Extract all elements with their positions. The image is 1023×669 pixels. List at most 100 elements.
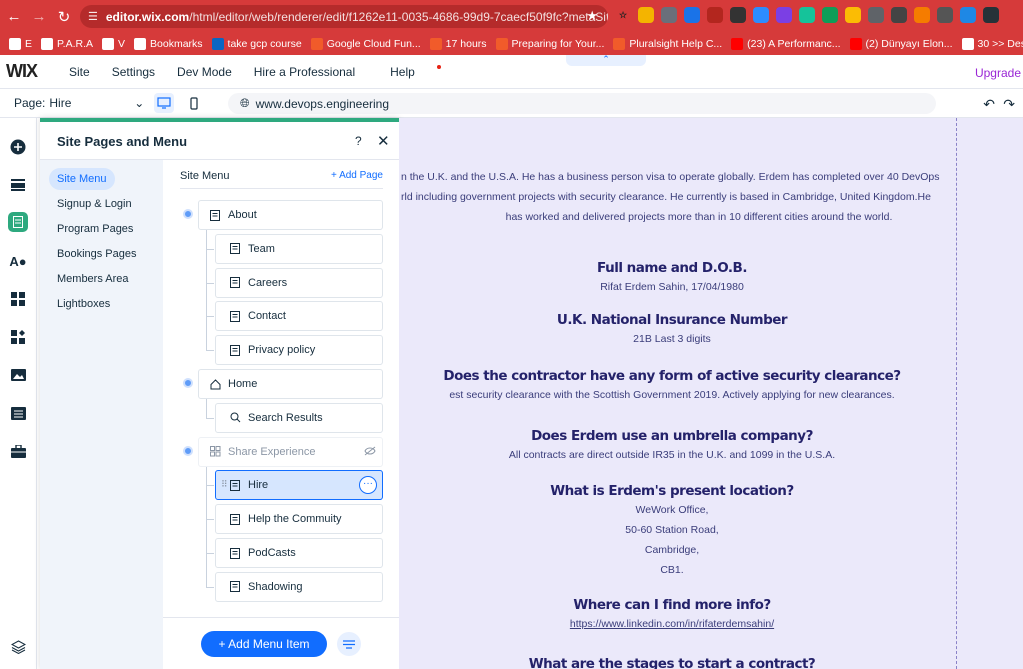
extension-grammarly-icon[interactable] bbox=[799, 7, 815, 23]
bookmark-item[interactable]: P.A.R.A bbox=[41, 38, 93, 50]
page-row[interactable]: PodCasts bbox=[215, 538, 383, 568]
extension-zoom-icon[interactable] bbox=[753, 7, 769, 23]
extension-check-icon[interactable] bbox=[983, 7, 999, 23]
notification-dot bbox=[436, 64, 441, 69]
bookmark-item[interactable]: Bookmarks bbox=[134, 38, 203, 50]
menu-settings[interactable]: Settings bbox=[112, 65, 155, 79]
faq-heading: Does the contractor have any form of act… bbox=[443, 368, 901, 384]
site-domain-bar[interactable]: 🌐︎ www.devops.engineering bbox=[228, 93, 936, 114]
bookmark-label: V bbox=[118, 38, 126, 50]
media-icon[interactable] bbox=[9, 366, 27, 384]
bookmark-star-icon[interactable]: ★ bbox=[586, 8, 598, 24]
hidden-eye-icon[interactable] bbox=[364, 446, 376, 459]
nav-bookings-pages[interactable]: Bookings Pages bbox=[49, 243, 145, 265]
business-apps-icon[interactable] bbox=[9, 328, 27, 346]
design-icon[interactable]: A● bbox=[9, 252, 27, 270]
menu-dev-mode[interactable]: Dev Mode bbox=[177, 65, 232, 79]
collapse-toolbar-icon[interactable]: ⌃ bbox=[566, 55, 646, 66]
linkedin-link[interactable]: https://www.linkedin.com/in/rifaterdemsa… bbox=[399, 618, 945, 630]
extension-drive-icon[interactable] bbox=[822, 7, 838, 23]
page-row[interactable]: Home bbox=[198, 369, 383, 399]
page-label: Careers bbox=[248, 276, 288, 289]
tree-child-line bbox=[206, 466, 207, 587]
close-icon[interactable]: ✕ bbox=[377, 132, 390, 150]
extension-gray-icon[interactable] bbox=[661, 7, 677, 23]
help-icon[interactable]: ? bbox=[355, 134, 362, 148]
bookmark-item[interactable]: Google Cloud Fun... bbox=[310, 38, 421, 50]
pages-menu-icon[interactable] bbox=[8, 212, 28, 232]
apps-icon[interactable] bbox=[9, 290, 27, 308]
page-row[interactable]: Shadowing bbox=[215, 571, 383, 602]
page-row[interactable]: Share Experience bbox=[198, 436, 383, 467]
extension-dark-icon[interactable] bbox=[730, 7, 746, 23]
mobile-view-icon[interactable] bbox=[184, 93, 204, 113]
undo-icon[interactable]: ↶ bbox=[983, 96, 995, 113]
more-actions-icon[interactable]: ··· bbox=[359, 476, 377, 495]
nav-program-pages[interactable]: Program Pages bbox=[49, 218, 141, 240]
menu-hire-professional[interactable]: Hire a Professional bbox=[254, 65, 355, 79]
redo-icon[interactable]: ↷ bbox=[1003, 96, 1015, 113]
address-bar[interactable]: ☰ editor.wix.com/html/editor/web/rendere… bbox=[80, 5, 608, 28]
extension-badge-icon[interactable] bbox=[960, 7, 976, 23]
wix-logo[interactable]: WIX bbox=[6, 61, 56, 82]
page-row[interactable]: Contact bbox=[215, 301, 383, 332]
extension-star-icon[interactable]: ☆ bbox=[615, 7, 631, 23]
add-section-icon[interactable] bbox=[9, 176, 27, 194]
bookmark-item[interactable]: 17 hours bbox=[429, 38, 487, 50]
menu-site[interactable]: Site bbox=[69, 65, 90, 79]
cms-icon[interactable] bbox=[9, 404, 27, 422]
bookmark-item[interactable]: Preparing for Your... bbox=[495, 38, 604, 50]
page-row[interactable]: Search Results bbox=[215, 402, 383, 433]
menu-help[interactable]: Help bbox=[377, 64, 450, 79]
nav-site-menu[interactable]: Site Menu bbox=[49, 168, 115, 190]
extension-blue-icon[interactable] bbox=[684, 7, 700, 23]
extension-calendar-icon[interactable] bbox=[891, 7, 907, 23]
url-path: /html/editor/web/renderer/edit/f1262e11-… bbox=[189, 9, 608, 24]
add-page-link[interactable]: + Add Page bbox=[331, 170, 383, 181]
bookmark-item[interactable]: V bbox=[102, 38, 125, 50]
extension-red-icon[interactable] bbox=[707, 7, 723, 23]
bookmark-item[interactable]: take gcp course bbox=[211, 38, 302, 50]
page-row[interactable]: Privacy policy bbox=[215, 335, 383, 366]
add-menu-item-button[interactable]: + Add Menu Item bbox=[201, 631, 327, 657]
back-icon[interactable]: ← bbox=[3, 6, 25, 28]
extension-stack-icon[interactable] bbox=[914, 7, 930, 23]
add-elements-icon[interactable] bbox=[9, 138, 27, 156]
site-info-icon[interactable]: ☰ bbox=[88, 10, 98, 23]
extension-puzzle-icon[interactable] bbox=[937, 7, 953, 23]
editor-canvas[interactable]: n the U.K. and the U.S.A. He has a busin… bbox=[399, 118, 1023, 669]
page-icon bbox=[230, 344, 242, 356]
bookmark-item[interactable]: 30 >> Desi bbox=[961, 38, 1023, 50]
nav-lightboxes[interactable]: Lightboxes bbox=[49, 293, 118, 315]
page-select[interactable]: Hire ⌄ bbox=[49, 96, 144, 110]
page-row[interactable]: ⠿ Hire ··· bbox=[215, 470, 383, 501]
forward-icon[interactable]: → bbox=[28, 6, 50, 28]
page-label: Team bbox=[248, 242, 275, 255]
extension-color-icon[interactable] bbox=[638, 7, 654, 23]
nav-signup-login[interactable]: Signup & Login bbox=[49, 193, 140, 215]
extension-purple-icon[interactable] bbox=[776, 7, 792, 23]
browser-toolbar: ← → ↻ ☰ editor.wix.com/html/editor/web/r… bbox=[0, 0, 1023, 33]
extension-yellow-star-icon[interactable] bbox=[845, 7, 861, 23]
portfolio-icon[interactable] bbox=[9, 442, 27, 460]
nav-members-area[interactable]: Members Area bbox=[49, 268, 137, 290]
bookmark-item[interactable]: (2) Dünyayı Elon... bbox=[849, 38, 953, 50]
page-row[interactable]: Help the Commuity bbox=[215, 504, 383, 535]
page-row[interactable]: Careers bbox=[215, 267, 383, 298]
extension-window-icon[interactable] bbox=[868, 7, 884, 23]
faq-answer-line: All contracts are direct outside IR35 in… bbox=[508, 449, 836, 461]
bookmark-item[interactable]: E bbox=[9, 38, 32, 50]
page-row[interactable]: Team bbox=[215, 233, 383, 264]
tree-branch-line bbox=[206, 553, 214, 554]
page-label: Shadowing bbox=[248, 580, 303, 593]
bookmark-item[interactable]: Pluralsight Help C... bbox=[613, 38, 722, 50]
bookmark-item[interactable]: (23) A Performanc... bbox=[731, 38, 841, 50]
page-row[interactable]: About bbox=[198, 200, 383, 230]
wix-top-bar: WIX Site Settings Dev Mode Hire a Profes… bbox=[0, 55, 1023, 89]
desktop-view-icon[interactable] bbox=[154, 93, 175, 113]
reload-icon[interactable]: ↻ bbox=[53, 6, 75, 28]
layers-icon[interactable] bbox=[9, 638, 27, 656]
menu-settings-icon[interactable] bbox=[337, 632, 361, 656]
drag-handle-icon[interactable]: ⠿ bbox=[221, 479, 228, 490]
upgrade-link[interactable]: Upgrade bbox=[975, 66, 1021, 80]
